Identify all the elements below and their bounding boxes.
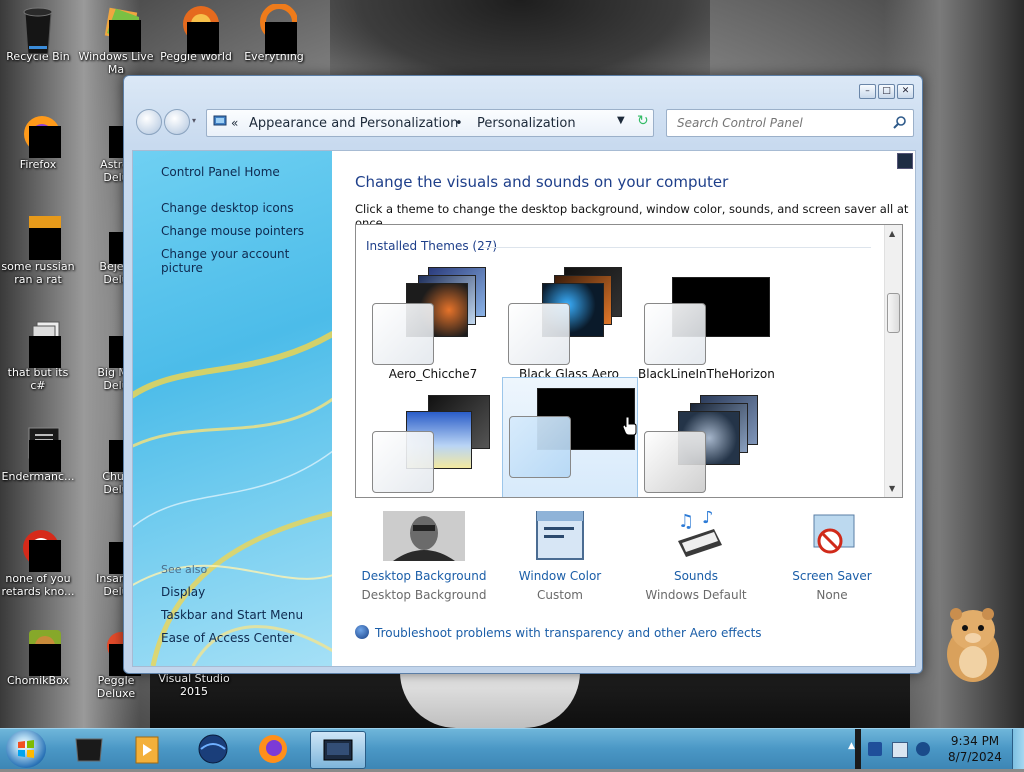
breadcrumb-overflow[interactable]: « (231, 116, 238, 130)
desktop-icon-firefox[interactable]: Firefox (0, 112, 76, 171)
address-bar[interactable]: « Appearance and Personalization • Perso… (206, 109, 654, 137)
desktop-icon-some-russian[interactable]: e some russian ran a rat (0, 214, 76, 286)
desktop-background-item[interactable]: Desktop Background Desktop Background (354, 511, 494, 602)
themes-scrollbar[interactable]: ▲ ▼ (884, 225, 902, 497)
recycle-bin-icon (15, 4, 61, 55)
address-dropdown-icon[interactable]: ▼ (617, 115, 625, 126)
theme-name: Aero_Chicche7 (388, 367, 478, 381)
theme-tile-aero-chicche7[interactable]: Aero_Chicche7 (366, 261, 500, 381)
theme-tile-black-glass-aero[interactable]: Black Glass Aero (502, 261, 636, 381)
chomikbox-icon (15, 628, 61, 676)
theme-components: Desktop Background Desktop Background Wi… (332, 507, 915, 611)
nav-change-desktop-icons[interactable]: Change desktop icons (161, 201, 294, 215)
desktop-icon-recycle-bin[interactable]: Recycle Bin (0, 4, 76, 63)
sounds-item[interactable]: ♫ ♪ Sounds Windows Default (626, 507, 766, 602)
search-icon[interactable] (893, 114, 907, 133)
taskbar-globe-app[interactable] (186, 731, 240, 767)
desktop-icon-none-of-you[interactable]: none of you retards kno... (0, 526, 76, 598)
navigation-bar: ▾ « Appearance and Personalization • Per… (134, 106, 914, 138)
desktop-icon-endermanch[interactable]: Endermanc... (0, 424, 76, 483)
window-color-icon (528, 510, 592, 563)
start-button[interactable] (6, 730, 46, 768)
control-panel-icon (213, 114, 229, 132)
console-icon (15, 424, 61, 472)
desktop-background-icon (383, 511, 465, 563)
breadcrumb-personalization[interactable]: Personalization (477, 116, 576, 131)
svg-text:♪: ♪ (702, 511, 714, 528)
nav-display[interactable]: Display (161, 585, 205, 599)
left-navigation-pane: Control Panel Home Change desktop icons … (133, 151, 332, 666)
help-icon[interactable] (897, 153, 913, 169)
script-icon: e (15, 214, 61, 260)
nav-taskbar-start-menu[interactable]: Taskbar and Start Menu (161, 608, 303, 622)
recent-pages-arrow-icon[interactable]: ▾ (192, 116, 196, 125)
desktop-icon-windows-live-mail[interactable]: Windows Live Ma (78, 4, 154, 76)
taskbar-firefox[interactable] (246, 731, 300, 767)
see-also-heading: See also (161, 563, 208, 576)
everything-icon (251, 3, 298, 54)
themes-list[interactable]: Installed Themes (27) Aero_Chicche7 Blac… (355, 224, 903, 498)
personalization-window: – □ ✕ ▾ « Appearance and Personalization… (123, 75, 923, 674)
show-desktop-button[interactable] (1012, 729, 1024, 769)
window-content: Control Panel Home Change desktop icons … (132, 150, 916, 667)
desktop-icon-peggle-world[interactable]: Peggle World (158, 4, 234, 63)
search-box[interactable] (666, 109, 914, 137)
troubleshoot-link[interactable]: Troubleshoot problems with transparency … (355, 625, 762, 640)
taskbar-app-1[interactable] (62, 731, 116, 767)
red-circle-icon (15, 526, 61, 572)
desktop-icon-that-but-its-csharp[interactable]: that but its c# (0, 320, 76, 392)
main-pane: Change the visuals and sounds on your co… (332, 151, 915, 666)
screen-saver-icon (800, 511, 864, 563)
theme-tile-blacklineinthehorizon[interactable]: BlackLineInTheHorizon (638, 261, 775, 381)
nav-change-mouse-pointers[interactable]: Change mouse pointers (161, 224, 304, 238)
window-color-item[interactable]: Window Color Custom (490, 510, 630, 602)
clock-time: 9:34 PM (950, 734, 1000, 748)
minimize-button[interactable]: – (859, 84, 876, 99)
screen-saver-item[interactable]: Screen Saver None (762, 511, 902, 602)
theme-name: BlackLineInTheHorizon (638, 367, 775, 381)
theme-tile-4[interactable] (366, 389, 500, 497)
nav-control-panel-home[interactable]: Control Panel Home (161, 165, 280, 179)
desktop-icon-everything[interactable]: Everything (236, 3, 312, 63)
svg-text:♫: ♫ (678, 511, 694, 532)
taskbar-clock[interactable]: 9:34 PM 8/7/2024 (940, 733, 1010, 765)
refresh-icon[interactable]: ↻ (637, 113, 649, 129)
windows-logo-icon (18, 740, 34, 758)
network-icon[interactable] (892, 742, 908, 758)
sounds-icon: ♫ ♪ (664, 507, 728, 563)
mouse-cursor-icon (622, 415, 638, 441)
desktop-icon-chomikbox[interactable]: ChomikBox (0, 628, 76, 687)
close-button[interactable]: ✕ (897, 84, 914, 99)
nav-change-account-picture[interactable]: Change your account picture (161, 247, 332, 275)
tray-app-icon[interactable] (868, 742, 882, 756)
theme-tile-6[interactable] (638, 389, 772, 497)
scroll-thumb[interactable] (887, 293, 900, 333)
hamster-gadget[interactable] (940, 604, 1006, 684)
peggle-world-icon (173, 4, 219, 54)
forward-button[interactable] (164, 109, 190, 135)
back-button[interactable] (136, 109, 162, 135)
scroll-down-icon[interactable]: ▼ (889, 484, 895, 493)
scroll-up-icon[interactable]: ▲ (889, 229, 895, 238)
help-globe-icon (355, 625, 369, 639)
taskbar-media-player[interactable] (122, 731, 176, 767)
tray-overflow-icon[interactable]: ▲ (848, 741, 862, 755)
clock-date: 8/7/2024 (948, 750, 1002, 764)
theme-tile-selected[interactable] (502, 377, 638, 497)
installed-themes-heading: Installed Themes (27) (366, 239, 498, 253)
volume-icon[interactable] (916, 742, 930, 756)
taskbar-control-panel[interactable] (310, 731, 366, 769)
caption-buttons: – □ ✕ (859, 84, 914, 99)
maximize-button[interactable]: □ (878, 84, 895, 99)
mail-icon (93, 4, 141, 52)
search-input[interactable] (675, 113, 879, 133)
breadcrumb-separator: • (455, 116, 463, 131)
taskbar: ▲ 9:34 PM 8/7/2024 (0, 728, 1024, 769)
stacked-windows-icon (15, 320, 61, 368)
page-title: Change the visuals and sounds on your co… (355, 173, 729, 191)
firefox-icon (15, 112, 61, 158)
nav-ease-of-access[interactable]: Ease of Access Center (161, 631, 294, 645)
breadcrumb-appearance[interactable]: Appearance and Personalization (249, 116, 458, 131)
